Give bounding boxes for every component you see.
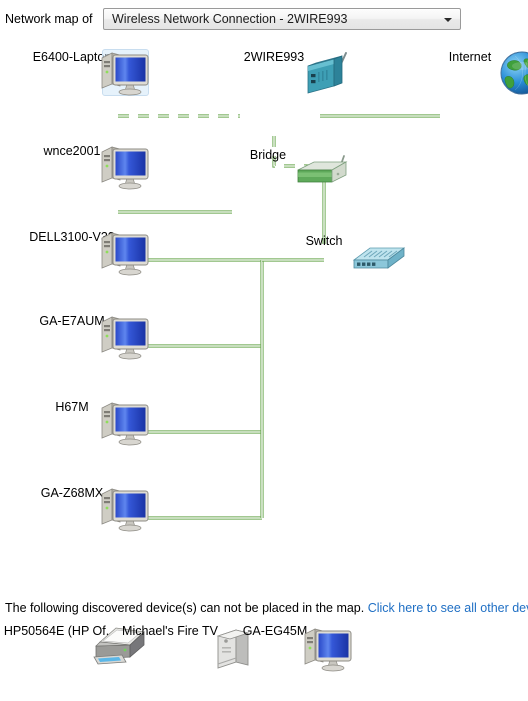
network-map-header: Network map of Wireless Network Connecti…	[0, 0, 528, 38]
adapter-select-value: Wireless Network Connection - 2WIRE993	[112, 12, 348, 26]
unplaced-devices-row: HP50564E (HP Of... Michael's Fire TV GA-…	[0, 624, 528, 701]
see-all-devices-link[interactable]: Click here to see all other devices.	[368, 601, 528, 615]
map-node-wnce2001[interactable]: wnce2001	[20, 142, 149, 190]
map-node-internet[interactable]: Internet	[418, 48, 528, 95]
map-node-h67m[interactable]: H67M	[20, 398, 149, 446]
footer-divider	[0, 592, 528, 593]
unplaced-devices-note: The following discovered device(s) can n…	[5, 601, 528, 615]
map-node-2wire993[interactable]: 2WIRE993	[222, 48, 347, 94]
map-node-ga-z68mx[interactable]: GA-Z68MX	[20, 484, 149, 532]
map-node-bridge[interactable]: Bridge	[216, 146, 348, 183]
chevron-down-icon	[444, 18, 452, 22]
map-node-e6400-laptop[interactable]: E6400-Laptop	[20, 48, 149, 96]
unplaced-device-fire-tv[interactable]: Michael's Fire TV	[110, 624, 250, 669]
unplaced-note-text: The following discovered device(s) can n…	[5, 601, 365, 615]
network-map-canvas: E6400-Laptop 2WIRE993 Internet wnce2001 …	[0, 38, 528, 593]
adapter-select-dropdown[interactable]: Wireless Network Connection - 2WIRE993	[103, 8, 461, 30]
unplaced-device-hp50564e[interactable]: HP50564E (HP Of...	[0, 624, 145, 665]
network-map-of-label: Network map of	[5, 12, 93, 26]
unplaced-device-ga-eg45m[interactable]: GA-EG45M	[215, 624, 352, 672]
map-node-switch[interactable]: Switch	[272, 232, 406, 269]
map-node-dell3100-v32[interactable]: DELL3100-V32	[20, 228, 149, 276]
map-node-ga-e7aum[interactable]: GA-E7AUM	[20, 312, 149, 360]
